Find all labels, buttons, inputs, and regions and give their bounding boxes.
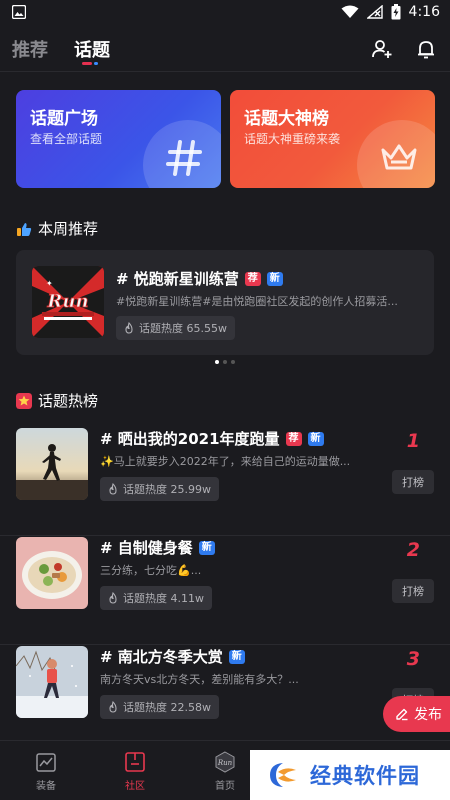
hot-topic-title-row: # 晒出我的2021年度跑量 荐 新 [100, 428, 324, 449]
equipment-icon [36, 753, 56, 772]
carousel-indicator [215, 360, 235, 364]
weekly-topic-card[interactable]: Run ✦ # 悦跑新星训练营 荐 新 #悦跑新星训练营#是由悦跑圈社区发起的创… [16, 250, 434, 355]
card-subtitle: 查看全部话题 [30, 132, 103, 146]
new-badge: 新 [266, 271, 283, 286]
bottom-nav-home[interactable]: Run 首页 [200, 751, 250, 792]
carousel-dot-active [215, 360, 219, 364]
new-badge: 新 [228, 649, 245, 664]
hot-section-header: 话题热榜 [16, 390, 98, 411]
winter-runner-image [16, 646, 88, 718]
status-icons: 4:16 [341, 4, 440, 20]
community-icon [125, 752, 145, 772]
new-badge: 新 [307, 431, 324, 446]
thumbs-up-icon [17, 222, 32, 236]
weekly-topic-description: #悦跑新星训练营#是由悦跑圈社区发起的创作人招募活... [116, 295, 398, 308]
weekly-topic-title-row: # 悦跑新星训练营 荐 新 [116, 268, 283, 289]
boost-ranking-button[interactable]: 打榜 [392, 579, 434, 603]
top-nav: 推荐 话题 [0, 26, 450, 72]
bottom-nav-label: 首页 [215, 781, 235, 792]
rank-number: 1 [406, 430, 420, 452]
topic-heat-value: 话题热度 22.58w [123, 701, 211, 714]
run-icon-text: Run [217, 759, 233, 767]
rank-number: 2 [406, 539, 420, 561]
topic-heat-value: 话题热度 4.11w [123, 592, 204, 605]
wifi-icon [341, 5, 359, 18]
run-logo-image: Run ✦ [32, 266, 104, 338]
bottom-nav-equipment[interactable]: 装备 [21, 751, 71, 792]
tab-topics[interactable]: 话题 [74, 36, 110, 62]
image-notification-icon [12, 5, 26, 19]
hot-topic-item[interactable]: # 晒出我的2021年度跑量 荐 新 ✨马上就要步入2022年了，来给自己的运动… [0, 428, 450, 536]
topic-heat-pill: 话题热度 4.11w [100, 586, 212, 610]
star-badge-icon [16, 392, 32, 409]
add-friend-icon[interactable] [371, 38, 393, 60]
hot-topic-title: # 自制健身餐 [100, 539, 193, 557]
hot-topic-thumbnail [16, 646, 88, 718]
edit-icon [396, 708, 408, 721]
active-tab-indicator-dot [94, 62, 98, 65]
bottom-nav-label: 装备 [36, 781, 56, 792]
card-subtitle: 话题大神重磅来袭 [244, 132, 341, 146]
svg-text:✦: ✦ [46, 279, 53, 288]
recommended-badge: 荐 [285, 431, 302, 446]
publish-button[interactable]: 发布 [383, 696, 450, 732]
topic-square-card[interactable]: 话题广场 查看全部话题 [16, 90, 221, 188]
card-title: 话题大神榜 [244, 109, 329, 129]
hot-topic-title-row: # 南北方冬季大赏 新 [100, 646, 245, 667]
hot-topic-description: 三分练，七分吃💪... [100, 564, 202, 577]
topic-heat-pill: 话题热度 25.99w [100, 477, 219, 501]
battery-charging-icon [391, 4, 401, 20]
status-bar: 4:16 [0, 0, 450, 26]
hot-topic-thumbnail [16, 428, 88, 500]
hot-topic-item[interactable]: # 南北方冬季大赏 新 南方冬天vs北方冬天，差别能有多大？... 话题热度 2… [0, 646, 450, 754]
carousel-dot [231, 360, 235, 364]
hot-topic-title-row: # 自制健身餐 新 [100, 537, 215, 558]
flame-icon [109, 701, 117, 713]
publish-label: 发布 [414, 707, 442, 723]
flame-icon [125, 322, 133, 334]
sunset-runner-image [16, 428, 88, 500]
new-badge: 新 [198, 540, 215, 555]
watermark-logo: 经典软件园 [250, 750, 450, 800]
flame-icon [109, 483, 117, 495]
weekly-section-header: 本周推荐 [16, 218, 98, 239]
topic-heat-value: 话题热度 65.55w [139, 322, 227, 335]
watermark-text: 经典软件园 [310, 764, 420, 788]
bell-icon[interactable] [415, 38, 437, 60]
section-title: 本周推荐 [38, 220, 99, 238]
watermark-icon [270, 763, 296, 787]
bottom-nav-community[interactable]: 社区 [110, 751, 160, 792]
hot-topic-item[interactable]: # 自制健身餐 新 三分练，七分吃💪... 话题热度 4.11w 2 打榜 [0, 537, 450, 645]
hot-topic-description: ✨马上就要步入2022年了，来给自己的运动量做... [100, 455, 351, 468]
clock: 4:16 [408, 4, 440, 20]
topic-heat-value: 话题热度 25.99w [123, 483, 211, 496]
crown-icon [381, 144, 417, 170]
run-home-icon: Run [215, 751, 235, 773]
signal-icon [366, 5, 383, 19]
card-title: 话题广场 [30, 109, 98, 129]
weekly-topic-title: # 悦跑新星训练营 [116, 270, 239, 288]
hashtag-icon [166, 140, 202, 176]
meal-bowl-image [16, 537, 88, 609]
topic-heat-pill: 话题热度 22.58w [100, 695, 219, 719]
flame-icon [109, 592, 117, 604]
bottom-nav-label: 社区 [125, 781, 145, 792]
boost-ranking-button[interactable]: 打榜 [392, 470, 434, 494]
run-logo-text: Run [46, 291, 88, 312]
hot-topic-thumbnail [16, 537, 88, 609]
tab-recommend[interactable]: 推荐 [12, 36, 48, 62]
topic-master-ranking-card[interactable]: 话题大神榜 话题大神重磅来袭 [230, 90, 435, 188]
weekly-topic-thumbnail: Run ✦ [32, 266, 104, 338]
carousel-dot [223, 360, 227, 364]
recommended-badge: 荐 [244, 271, 261, 286]
hot-topic-description: 南方冬天vs北方冬天，差别能有多大？... [100, 673, 299, 686]
active-tab-indicator [82, 62, 92, 65]
hot-topic-title: # 南北方冬季大赏 [100, 648, 223, 666]
hot-topic-title: # 晒出我的2021年度跑量 [100, 430, 280, 448]
rank-number: 3 [406, 648, 420, 670]
topic-heat-pill: 话题热度 65.55w [116, 316, 235, 340]
section-title: 话题热榜 [38, 392, 99, 410]
